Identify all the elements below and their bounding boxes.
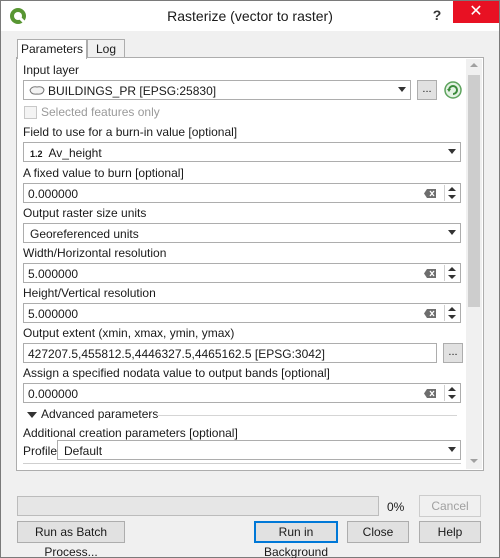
title-bar: Rasterize (vector to raster) ? ✕ — [1, 1, 499, 31]
input-layer-value: BUILDINGS_PR [EPSG:25830] — [48, 84, 217, 98]
window-close-button[interactable]: ✕ — [453, 1, 499, 23]
spin-down-icon[interactable] — [448, 195, 456, 199]
fixed-value-label: A fixed value to burn [optional] — [23, 166, 184, 180]
iterate-features-icon[interactable] — [443, 80, 463, 100]
window-title: Rasterize (vector to raster) — [167, 8, 333, 24]
vertical-scrollbar[interactable] — [466, 59, 482, 469]
selected-features-checkbox[interactable] — [24, 106, 37, 119]
units-label: Output raster size units — [23, 206, 147, 220]
spin-down-icon[interactable] — [448, 275, 456, 279]
input-layer-browse-button[interactable]: ... — [417, 80, 437, 100]
help-button[interactable]: Help — [419, 521, 481, 543]
run-in-background-button[interactable]: Run in Background — [254, 521, 338, 558]
input-layer-label: Input layer — [23, 63, 80, 77]
clear-icon[interactable] — [424, 309, 436, 318]
advanced-divider — [157, 415, 457, 416]
polygon-layer-icon — [29, 86, 45, 95]
clear-icon[interactable] — [424, 269, 436, 278]
selected-features-label: Selected features only — [41, 105, 160, 119]
burn-field-label: Field to use for a burn-in value [option… — [23, 125, 238, 139]
units-combo[interactable]: Georeferenced units — [23, 223, 461, 243]
spin-up-icon[interactable] — [448, 387, 456, 391]
title-help-button[interactable]: ? — [427, 5, 447, 25]
spin-up-icon[interactable] — [448, 187, 456, 191]
burn-field-combo[interactable]: 1.2 Av_height — [23, 142, 461, 162]
spin-down-icon[interactable] — [448, 395, 456, 399]
progress-bar — [17, 496, 379, 516]
creation-table-edge — [23, 463, 461, 464]
profile-label: Profile — [23, 444, 58, 458]
parameters-panel: Input layer BUILDINGS_PR [EPSG:25830] ..… — [16, 57, 484, 471]
nodata-label: Assign a specified nodata value to outpu… — [23, 366, 330, 380]
width-text: 5.000000 — [28, 267, 79, 281]
fixed-value-spinner[interactable] — [444, 185, 458, 201]
profile-value: Default — [64, 444, 103, 458]
height-text: 5.000000 — [28, 307, 79, 321]
scroll-up-icon[interactable] — [470, 63, 478, 67]
input-layer-combo[interactable]: BUILDINGS_PR [EPSG:25830] — [23, 80, 411, 100]
tab-log[interactable]: Log — [87, 39, 125, 58]
chevron-down-icon — [448, 230, 456, 235]
extent-browse-button[interactable]: ... — [443, 343, 463, 363]
numeric-field-icon: 1.2 — [30, 149, 43, 159]
height-spinner[interactable] — [444, 305, 458, 321]
fixed-value-text: 0.000000 — [28, 187, 79, 201]
tab-parameters[interactable]: Parameters — [17, 39, 87, 59]
progress-percent: 0% — [387, 500, 405, 514]
chevron-down-icon — [398, 87, 406, 92]
height-input[interactable]: 5.000000 — [23, 303, 461, 323]
units-value: Georeferenced units — [30, 227, 139, 241]
scrollbar-thumb[interactable] — [468, 75, 480, 307]
spin-down-icon[interactable] — [448, 315, 456, 319]
parameters-scroll-area: Input layer BUILDINGS_PR [EPSG:25830] ..… — [17, 58, 465, 470]
nodata-input[interactable]: 0.000000 — [23, 383, 461, 403]
batch-process-button[interactable]: Run as Batch Process... — [17, 521, 125, 558]
width-input[interactable]: 5.000000 — [23, 263, 461, 283]
collapse-arrow-icon[interactable] — [27, 412, 37, 418]
cancel-button[interactable]: Cancel — [419, 495, 481, 517]
nodata-text: 0.000000 — [28, 387, 79, 401]
chevron-down-icon — [448, 149, 456, 154]
creation-params-label: Additional creation parameters [optional… — [23, 426, 238, 440]
extent-text: 427207.5,455812.5,4446327.5,4465162.5 [E… — [28, 347, 325, 361]
clear-icon[interactable] — [424, 389, 436, 398]
spin-up-icon[interactable] — [448, 267, 456, 271]
extent-label: Output extent (xmin, xmax, ymin, ymax) — [23, 326, 235, 340]
width-label: Width/Horizontal resolution — [23, 246, 167, 260]
extent-input[interactable]: 427207.5,455812.5,4446327.5,4465162.5 [E… — [23, 343, 437, 363]
clear-icon[interactable] — [424, 189, 436, 198]
profile-combo[interactable]: Default — [57, 440, 461, 460]
close-button[interactable]: Close — [347, 521, 409, 543]
chevron-down-icon — [448, 447, 456, 452]
spin-up-icon[interactable] — [448, 307, 456, 311]
dialog-window: Rasterize (vector to raster) ? ✕ Paramet… — [0, 0, 500, 558]
fixed-value-input[interactable]: 0.000000 — [23, 183, 461, 203]
advanced-parameters-toggle[interactable]: Advanced parameters — [41, 407, 158, 421]
burn-field-value: Av_height — [48, 146, 102, 160]
scroll-down-icon[interactable] — [470, 459, 478, 463]
width-spinner[interactable] — [444, 265, 458, 281]
nodata-spinner[interactable] — [444, 385, 458, 401]
height-label: Height/Vertical resolution — [23, 286, 156, 300]
